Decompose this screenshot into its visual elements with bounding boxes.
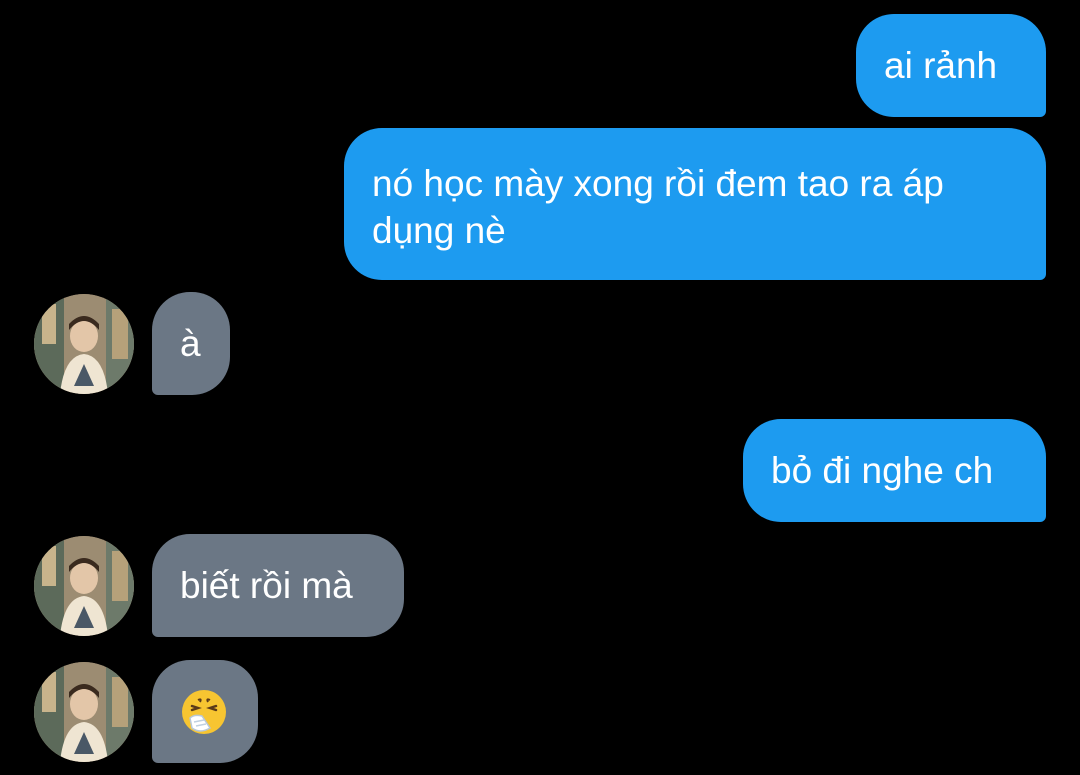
- avatar-photo-icon: [34, 294, 134, 394]
- incoming-message-bubble[interactable]: biết rồi mà: [152, 534, 404, 637]
- avatar-photo-icon: [34, 662, 134, 762]
- outgoing-message-bubble[interactable]: nó học mày xong rồi đem tao ra áp dụng n…: [344, 128, 1046, 280]
- message-text: ai rảnh: [884, 45, 998, 86]
- contact-avatar[interactable]: [34, 294, 134, 394]
- outgoing-message-bubble[interactable]: ai rảnh: [856, 14, 1046, 117]
- incoming-message-bubble[interactable]: 🤧: [152, 660, 258, 763]
- message-text: biết rồi mà: [180, 565, 353, 606]
- contact-avatar[interactable]: [34, 662, 134, 762]
- outgoing-message-bubble[interactable]: bỏ đi nghe ch: [743, 419, 1046, 522]
- sneezing-face-icon: [180, 688, 228, 736]
- chat-thread: ai rảnh nó học mày xong rồi đem tao ra á…: [0, 0, 1080, 775]
- message-text: nó học mày xong rồi đem tao ra áp dụng n…: [372, 163, 944, 251]
- message-text: à: [180, 323, 201, 364]
- incoming-message-bubble[interactable]: à: [152, 292, 230, 395]
- message-text: bỏ đi nghe ch: [771, 450, 994, 491]
- contact-avatar[interactable]: [34, 536, 134, 636]
- avatar-photo-icon: [34, 536, 134, 636]
- message-emoji-text: 🤧: [180, 736, 181, 737]
